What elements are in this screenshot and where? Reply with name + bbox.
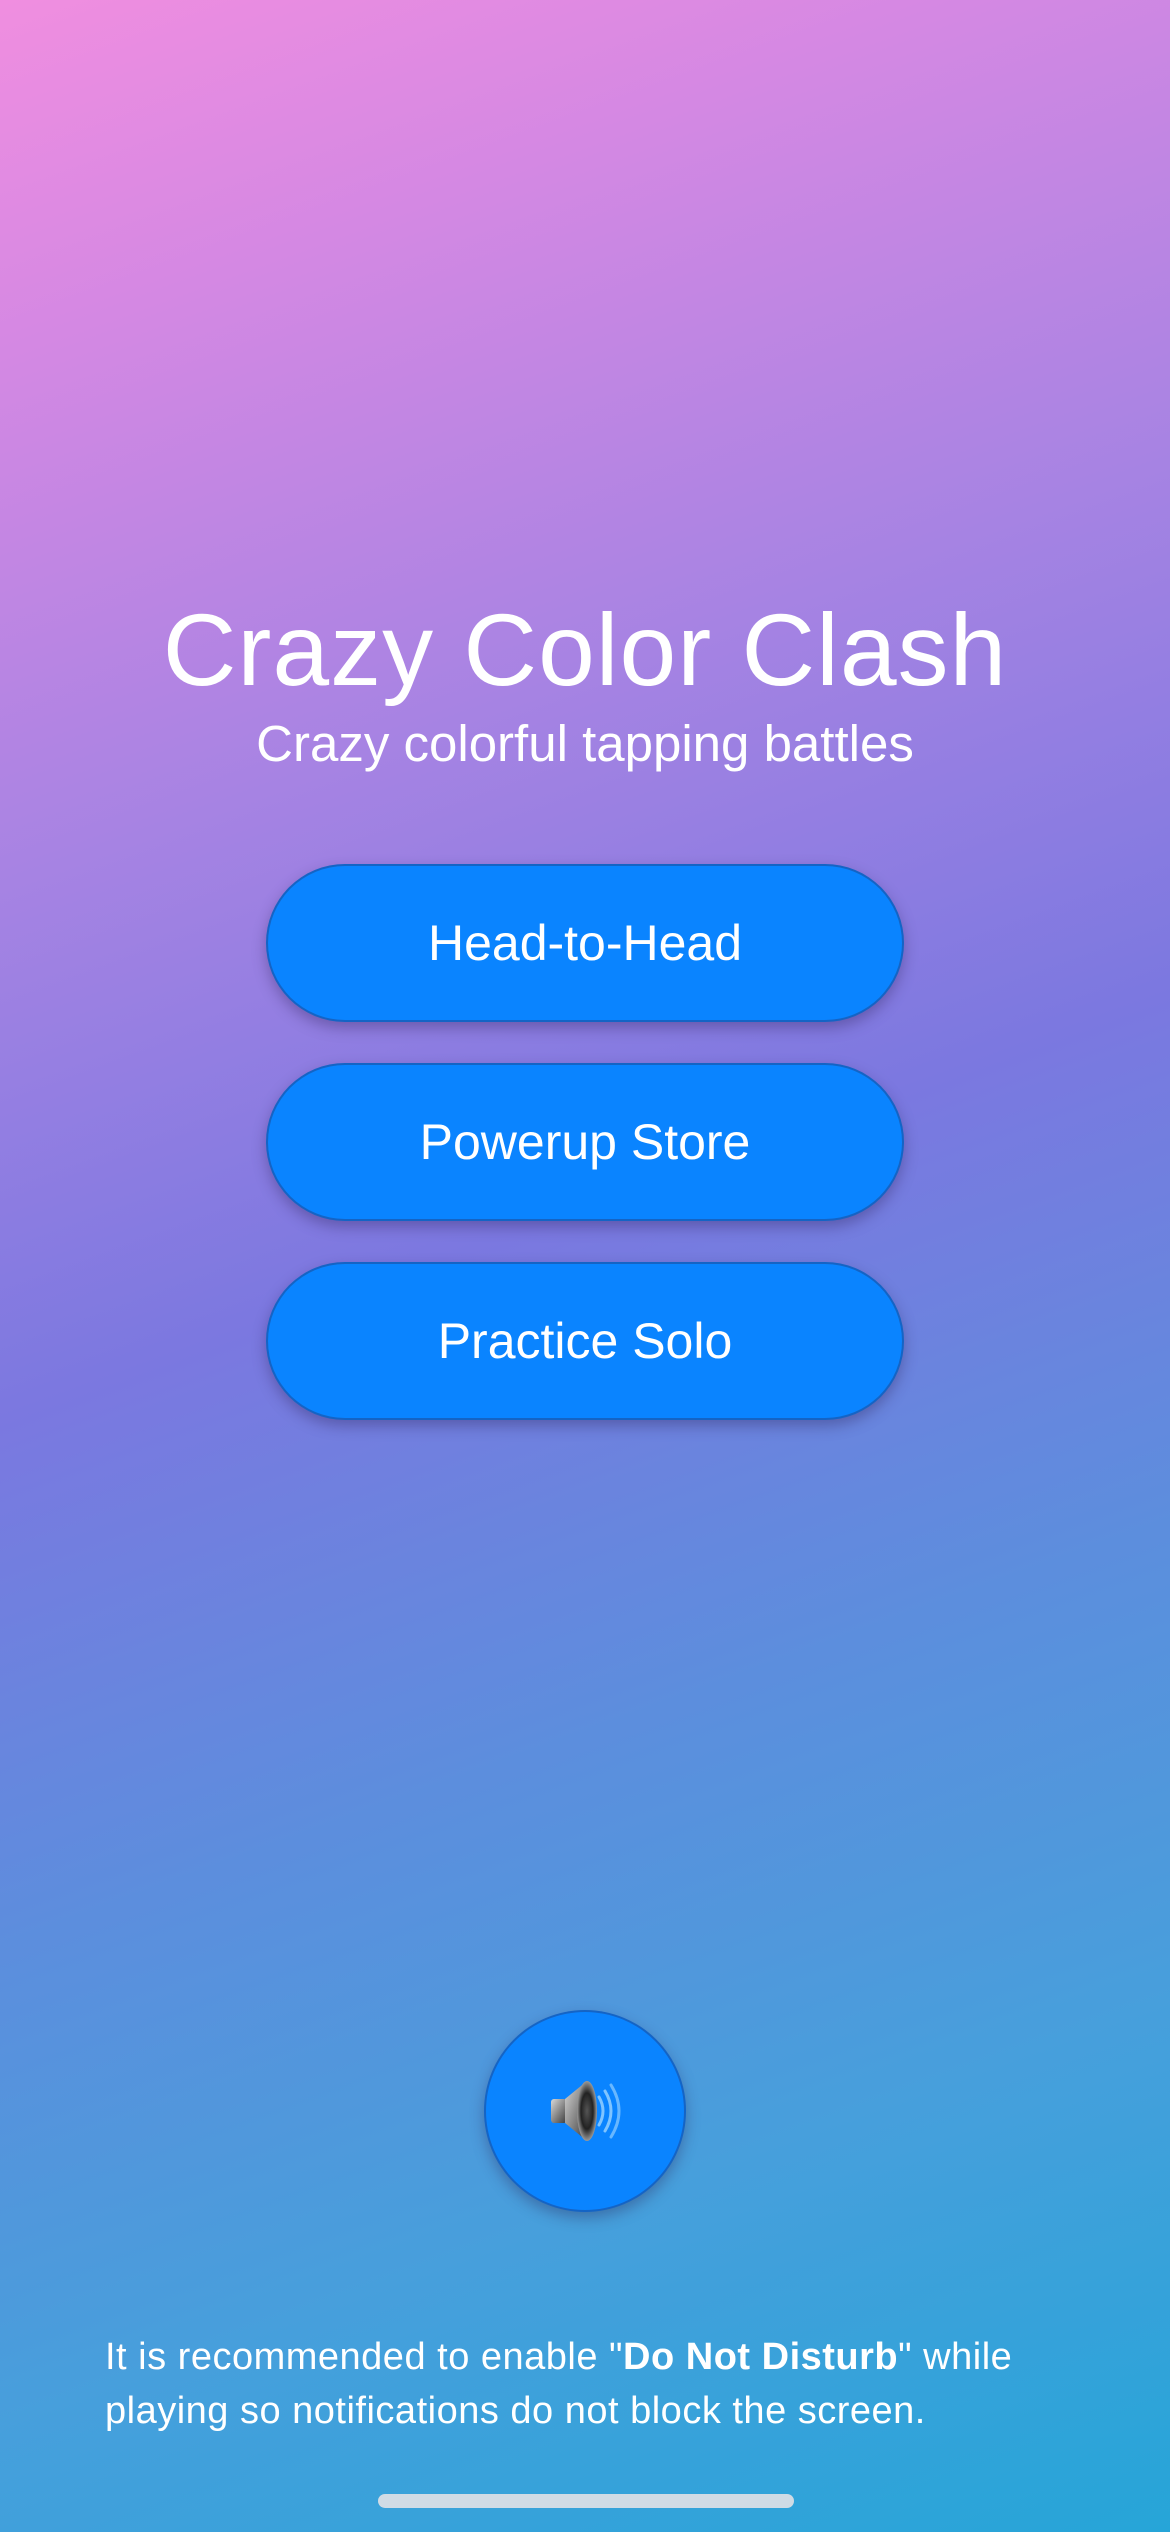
app-subtitle: Crazy colorful tapping battles — [256, 715, 914, 772]
speaker-icon — [551, 2081, 621, 2141]
note-prefix: It is recommended to enable " — [105, 2336, 624, 2378]
do-not-disturb-note: It is recommended to enable "Do Not Dist… — [105, 2330, 1095, 2438]
practice-solo-button[interactable]: Practice Solo — [266, 1262, 904, 1420]
app-title: Crazy Color Clash — [162, 593, 1008, 707]
sound-toggle-button[interactable] — [484, 2010, 686, 2212]
practice-solo-label: Practice Solo — [437, 1313, 733, 1369]
powerup-store-button[interactable]: Powerup Store — [266, 1063, 904, 1221]
powerup-store-label: Powerup Store — [419, 1114, 751, 1170]
note-bold: Do Not Disturb — [623, 2336, 899, 2378]
head-to-head-button[interactable]: Head-to-Head — [266, 864, 904, 1022]
main-menu-screen: Crazy Color Clash Crazy colorful tapping… — [0, 0, 1170, 2532]
home-indicator[interactable] — [378, 2494, 794, 2508]
head-to-head-label: Head-to-Head — [427, 915, 743, 971]
